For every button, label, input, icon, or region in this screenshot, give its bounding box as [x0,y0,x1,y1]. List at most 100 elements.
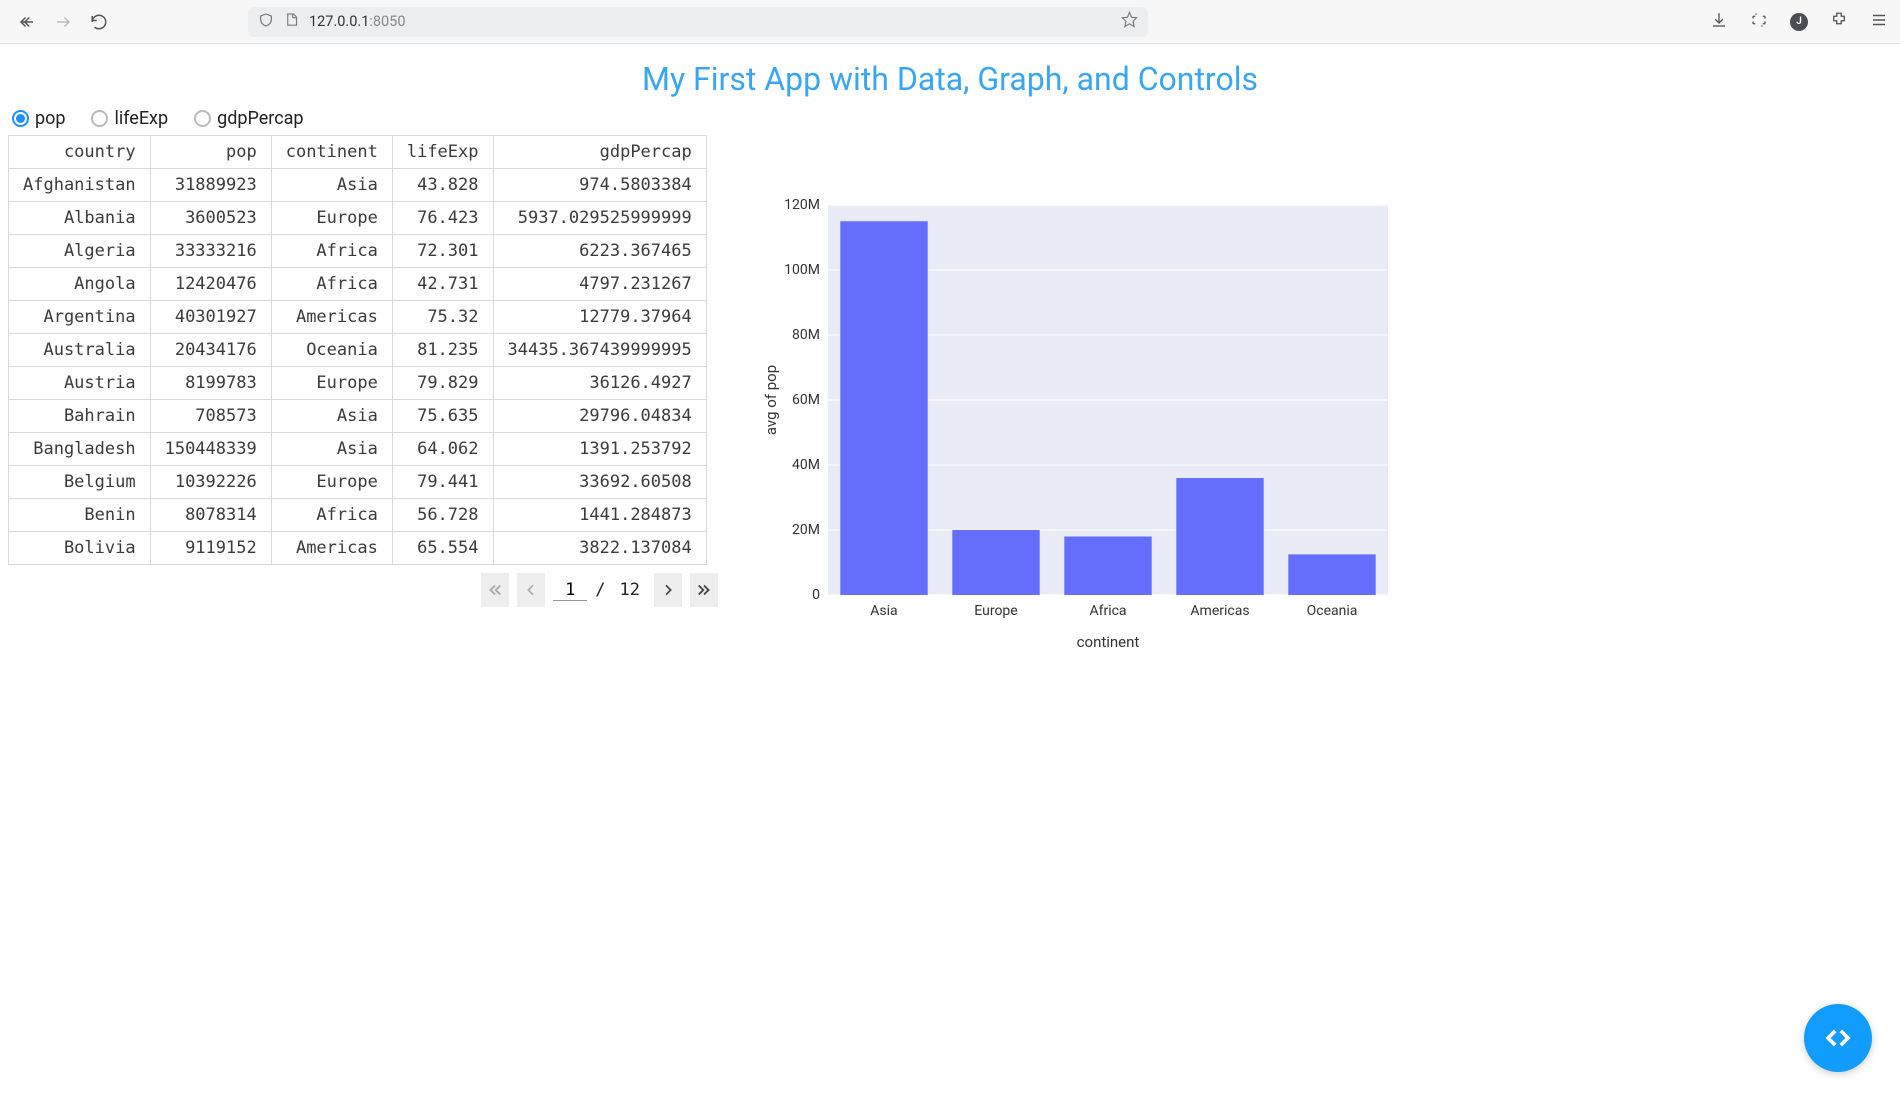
table-cell[interactable]: 79.829 [392,367,493,400]
table-cell[interactable]: 31889923 [150,169,271,202]
back-button[interactable] [18,13,36,31]
table-row[interactable]: Bangladesh150448339Asia64.0621391.253792 [9,433,707,466]
table-cell[interactable]: 40301927 [150,301,271,334]
table-cell[interactable]: Europe [271,367,392,400]
table-cell[interactable]: 974.5803384 [493,169,706,202]
table-row[interactable]: Bolivia9119152Americas65.5543822.137084 [9,532,707,565]
radio-pop[interactable]: pop [12,108,65,129]
table-cell[interactable]: 65.554 [392,532,493,565]
table-row[interactable]: Austria8199783Europe79.82936126.4927 [9,367,707,400]
table-cell[interactable]: Afghanistan [9,169,151,202]
table-cell[interactable]: 1391.253792 [493,433,706,466]
table-cell[interactable]: Africa [271,235,392,268]
table-cell[interactable]: 12420476 [150,268,271,301]
page-prev-button[interactable] [517,573,545,607]
table-row[interactable]: Argentina40301927Americas75.3212779.3796… [9,301,707,334]
table-cell[interactable]: Americas [271,301,392,334]
radio-lifeexp[interactable]: lifeExp [91,108,168,129]
table-cell[interactable]: 75.32 [392,301,493,334]
table-cell[interactable]: 3822.137084 [493,532,706,565]
column-header[interactable]: pop [150,136,271,169]
dash-debug-button[interactable] [1804,1004,1872,1072]
table-row[interactable]: Algeria33333216Africa72.3016223.367465 [9,235,707,268]
column-header[interactable]: lifeExp [392,136,493,169]
table-cell[interactable]: 29796.04834 [493,400,706,433]
table-cell[interactable]: 9119152 [150,532,271,565]
table-cell[interactable]: Asia [271,400,392,433]
table-row[interactable]: Bahrain708573Asia75.63529796.04834 [9,400,707,433]
table-cell[interactable]: 5937.029525999999 [493,202,706,235]
table-cell[interactable]: 3600523 [150,202,271,235]
table-cell[interactable]: 708573 [150,400,271,433]
table-cell[interactable]: Albania [9,202,151,235]
address-bar[interactable]: 127.0.0.1:8050 [248,7,1148,37]
table-cell[interactable]: 75.635 [392,400,493,433]
table-cell[interactable]: 8199783 [150,367,271,400]
table-cell[interactable]: 8078314 [150,499,271,532]
table-cell[interactable]: 81.235 [392,334,493,367]
table-row[interactable]: Afghanistan31889923Asia43.828974.5803384 [9,169,707,202]
table-cell[interactable]: 12779.37964 [493,301,706,334]
table-cell[interactable]: Africa [271,499,392,532]
table-cell[interactable]: Americas [271,532,392,565]
table-row[interactable]: Angola12420476Africa42.7314797.231267 [9,268,707,301]
table-cell[interactable]: 64.062 [392,433,493,466]
table-cell[interactable]: 33333216 [150,235,271,268]
table-cell[interactable]: Bangladesh [9,433,151,466]
table-cell[interactable]: Algeria [9,235,151,268]
table-cell[interactable]: 150448339 [150,433,271,466]
table-cell[interactable]: 36126.4927 [493,367,706,400]
table-cell[interactable]: Europe [271,466,392,499]
table-row[interactable]: Belgium10392226Europe79.44133692.60508 [9,466,707,499]
table-cell[interactable]: Bolivia [9,532,151,565]
table-cell[interactable]: Oceania [271,334,392,367]
table-cell[interactable]: 43.828 [392,169,493,202]
bookmark-star-icon[interactable] [1121,11,1138,32]
page-current-input[interactable] [553,580,587,601]
table-cell[interactable]: Asia [271,433,392,466]
bar[interactable] [1288,554,1375,595]
column-header[interactable]: gdpPercap [493,136,706,169]
forward-button[interactable] [54,13,72,31]
bar-chart[interactable]: 020M40M60M80M100M120MAsiaEuropeAfricaAme… [738,135,1892,659]
account-avatar[interactable]: J [1790,13,1808,31]
table-cell[interactable]: Bahrain [9,400,151,433]
table-row[interactable]: Albania3600523Europe76.4235937.029525999… [9,202,707,235]
page-next-button[interactable] [654,573,682,607]
data-table[interactable]: countrypopcontinentlifeExpgdpPercap Afgh… [8,135,707,565]
table-cell[interactable]: 10392226 [150,466,271,499]
table-cell[interactable]: 76.423 [392,202,493,235]
screenshot-icon[interactable] [1750,11,1768,33]
reload-button[interactable] [90,13,108,31]
bar[interactable] [1176,478,1263,595]
bar[interactable] [1064,537,1151,596]
table-cell[interactable]: Angola [9,268,151,301]
table-cell[interactable]: Africa [271,268,392,301]
bar[interactable] [840,221,927,595]
table-cell[interactable]: Argentina [9,301,151,334]
table-cell[interactable]: 34435.367439999995 [493,334,706,367]
table-row[interactable]: Benin8078314Africa56.7281441.284873 [9,499,707,532]
table-cell[interactable]: Benin [9,499,151,532]
table-cell[interactable]: 33692.60508 [493,466,706,499]
column-header[interactable]: continent [271,136,392,169]
table-cell[interactable]: 4797.231267 [493,268,706,301]
page-last-button[interactable] [690,573,718,607]
table-cell[interactable]: 6223.367465 [493,235,706,268]
table-cell[interactable]: 72.301 [392,235,493,268]
table-cell[interactable]: 1441.284873 [493,499,706,532]
page-first-button[interactable] [481,573,509,607]
table-cell[interactable]: Asia [271,169,392,202]
bar[interactable] [952,530,1039,595]
table-cell[interactable]: Austria [9,367,151,400]
table-cell[interactable]: Australia [9,334,151,367]
column-header[interactable]: country [9,136,151,169]
table-cell[interactable]: Europe [271,202,392,235]
downloads-icon[interactable] [1710,11,1728,33]
radio-gdppercap[interactable]: gdpPercap [194,108,303,129]
table-cell[interactable]: 56.728 [392,499,493,532]
table-cell[interactable]: 20434176 [150,334,271,367]
table-cell[interactable]: 79.441 [392,466,493,499]
table-cell[interactable]: Belgium [9,466,151,499]
menu-icon[interactable] [1870,11,1888,33]
